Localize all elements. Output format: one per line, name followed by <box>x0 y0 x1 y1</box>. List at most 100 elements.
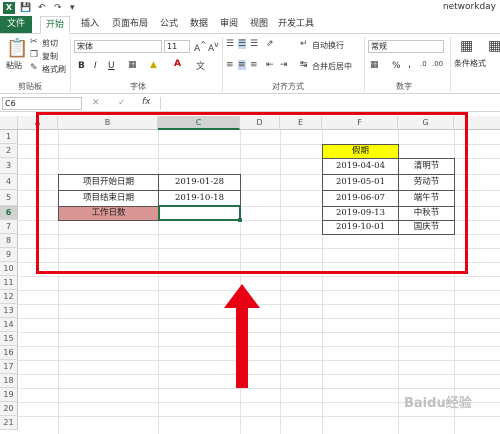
format-painter-icon[interactable]: ✎ <box>30 63 38 73</box>
row-header[interactable]: 18 <box>0 374 18 388</box>
formula-bar: C6 ✕ ✓ fx <box>0 96 500 112</box>
row-header[interactable]: 12 <box>0 290 18 304</box>
align-left-icon[interactable]: ≡ <box>226 60 234 70</box>
paste-button[interactable]: 粘贴 <box>6 60 22 71</box>
group-number-label: 数字 <box>396 82 412 91</box>
format-painter-button[interactable]: 格式刷 <box>42 64 66 75</box>
tab-insert[interactable]: 插入 <box>76 16 104 33</box>
merge-center-button[interactable]: 合并后居中 <box>312 61 352 72</box>
increase-font-icon[interactable]: A^ <box>194 40 206 54</box>
annotation-highlight-box <box>36 112 468 274</box>
window-title: networkday <box>442 2 496 12</box>
tab-review[interactable]: 审阅 <box>216 16 242 33</box>
tab-page-layout[interactable]: 页面布局 <box>108 16 152 33</box>
align-right-icon[interactable]: ≡ <box>250 60 258 70</box>
tab-home[interactable]: 开始 <box>40 16 70 34</box>
divider <box>450 37 451 92</box>
conditional-format-icon[interactable]: ▦ <box>460 38 473 54</box>
row-header[interactable]: 8 <box>0 234 18 248</box>
cancel-icon[interactable]: ✕ <box>92 98 100 108</box>
paste-icon[interactable]: 📋 <box>6 38 28 59</box>
customize-quick-access-icon[interactable]: ▾ <box>70 3 75 13</box>
tab-view[interactable]: 视图 <box>246 16 272 33</box>
row-header[interactable]: 20 <box>0 402 18 416</box>
row-header[interactable]: 15 <box>0 332 18 346</box>
row-header[interactable]: 17 <box>0 360 18 374</box>
comma-button[interactable]: , <box>408 59 411 70</box>
row-header[interactable]: 10 <box>0 262 18 276</box>
font-size-select[interactable]: 11 <box>164 40 190 53</box>
baidu-watermark: Baidu经验 <box>404 396 472 411</box>
increase-indent-icon[interactable]: ⇥ <box>280 60 288 70</box>
decrease-decimal-icon[interactable]: .00 <box>432 60 443 68</box>
underline-button[interactable]: U <box>108 61 115 71</box>
increase-decimal-icon[interactable]: .0 <box>420 60 427 68</box>
bold-button[interactable]: B <box>78 61 85 71</box>
row-header[interactable]: 13 <box>0 304 18 318</box>
tab-formulas[interactable]: 公式 <box>156 16 182 33</box>
fill-color-icon[interactable]: ▲ <box>150 60 157 70</box>
gridline <box>18 276 500 277</box>
copy-icon[interactable]: ❐ <box>30 50 38 60</box>
row-header[interactable]: 21 <box>0 416 18 430</box>
wrap-text-button[interactable]: 自动换行 <box>312 40 344 51</box>
divider <box>70 37 71 92</box>
tab-file[interactable]: 文件 <box>0 16 32 33</box>
align-center-icon[interactable]: ≡ <box>238 60 246 70</box>
annotation-up-arrow <box>224 284 260 388</box>
insert-function-icon[interactable]: fx <box>142 97 151 107</box>
row-header[interactable]: 2 <box>0 144 18 158</box>
excel-logo-icon: X <box>3 2 15 14</box>
orientation-icon[interactable]: ⇗ <box>266 39 274 49</box>
table-format-icon[interactable]: ▦ <box>488 38 500 54</box>
percent-button[interactable]: % <box>392 61 401 71</box>
align-bottom-icon[interactable]: ☰ <box>250 39 258 49</box>
row-header[interactable]: 11 <box>0 276 18 290</box>
gridline <box>18 416 500 417</box>
currency-icon[interactable]: ▦ <box>370 60 379 70</box>
save-icon[interactable]: 💾 <box>20 3 31 13</box>
row-header[interactable]: 1 <box>0 130 18 144</box>
row-header[interactable]: 5 <box>0 190 18 206</box>
select-all-corner[interactable] <box>0 116 18 130</box>
conditional-format-button[interactable]: 条件格式 <box>454 58 486 69</box>
redo-icon[interactable]: ↷ <box>54 3 62 13</box>
enter-icon[interactable]: ✓ <box>118 98 126 108</box>
undo-icon[interactable]: ↶ <box>38 3 46 13</box>
tab-data[interactable]: 数据 <box>186 16 212 33</box>
title-bar: X 💾 ↶ ↷ ▾ networkday <box>0 0 500 16</box>
decrease-indent-icon[interactable]: ⇤ <box>266 60 274 70</box>
cut-icon[interactable]: ✂ <box>30 37 38 47</box>
italic-button[interactable]: I <box>94 61 97 71</box>
row-header[interactable]: 14 <box>0 318 18 332</box>
decrease-font-icon[interactable]: Av <box>208 40 219 54</box>
ribbon: 📋 粘贴 ✂ 剪切 ❐ 复制 ✎ 格式刷 剪贴板 宋体 11 A^ Av B I… <box>0 34 500 94</box>
merge-center-icon[interactable]: ↹ <box>300 60 308 70</box>
group-clipboard-label: 剪贴板 <box>18 82 42 91</box>
font-name-select[interactable]: 宋体 <box>74 40 162 53</box>
divider <box>364 37 365 92</box>
row-header-selected[interactable]: 6 <box>0 206 18 220</box>
align-top-icon[interactable]: ☰ <box>226 39 234 49</box>
ribbon-tabs: 文件 开始 插入 页面布局 公式 数据 审阅 视图 开发工具 <box>0 16 500 34</box>
cut-button[interactable]: 剪切 <box>42 38 58 49</box>
font-color-icon[interactable]: A <box>174 59 181 69</box>
row-header[interactable]: 9 <box>0 248 18 262</box>
number-format-select[interactable]: 常规 <box>368 40 444 53</box>
tab-developer[interactable]: 开发工具 <box>276 16 316 33</box>
group-font-label: 字体 <box>130 82 146 91</box>
row-header[interactable]: 4 <box>0 174 18 190</box>
copy-button[interactable]: 复制 <box>42 51 58 62</box>
name-box[interactable]: C6 <box>2 97 82 110</box>
row-header[interactable]: 3 <box>0 158 18 174</box>
row-header[interactable]: 7 <box>0 220 18 234</box>
group-alignment-label: 对齐方式 <box>272 82 304 91</box>
divider <box>222 37 223 92</box>
align-middle-icon[interactable]: ☰ <box>238 39 247 49</box>
phonetic-icon[interactable]: 文 <box>196 59 205 72</box>
row-header[interactable]: 19 <box>0 388 18 402</box>
formula-input[interactable] <box>160 97 498 110</box>
wrap-text-icon[interactable]: ↵ <box>300 39 308 49</box>
border-icon[interactable]: ▦ <box>128 60 137 70</box>
row-header[interactable]: 16 <box>0 346 18 360</box>
